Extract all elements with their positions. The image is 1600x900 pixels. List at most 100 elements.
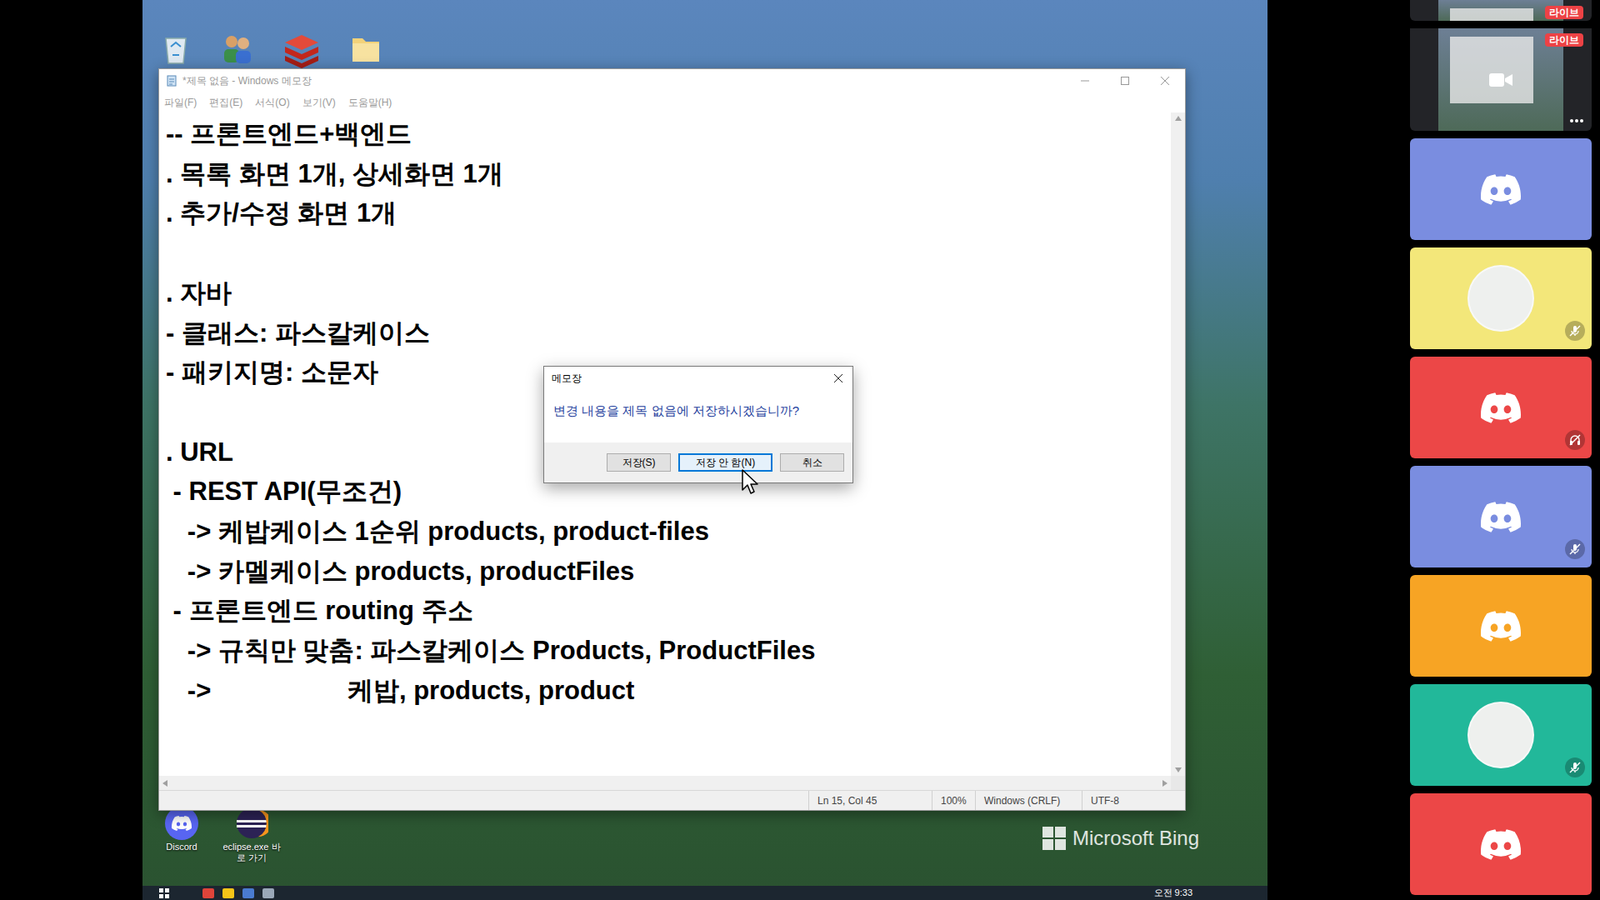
bing-watermark: Microsoft Bing: [1042, 823, 1200, 854]
live-badge: 라이브: [1545, 5, 1584, 20]
status-bar: Ln 15, Col 45100%Windows (CRLF)UTF-8: [159, 790, 1185, 810]
minimize-icon: [1080, 76, 1090, 85]
recycle-bin-icon: [157, 30, 195, 67]
menu-item[interactable]: 편집(E): [209, 95, 243, 110]
title-bar: *제목 없음 - Windows 메모장: [159, 69, 1185, 93]
close-icon: [1160, 76, 1170, 85]
shortcut-label: Discord: [165, 841, 197, 853]
avatar: [1467, 265, 1535, 332]
taskbar-clock[interactable]: 오전 9:33: [1154, 887, 1193, 899]
minimize-button[interactable]: [1065, 69, 1105, 93]
text-line: [165, 233, 1171, 274]
taskbar: 오전 9:33: [142, 885, 1268, 900]
text-line: -> 케밥, products, product: [165, 670, 1171, 711]
status-position: Ln 15, Col 45: [808, 790, 932, 810]
participant-tile[interactable]: [1410, 793, 1592, 895]
deafen-indicator: [1565, 430, 1585, 450]
stream-tile[interactable]: 라이브: [1410, 28, 1592, 131]
dialog-buttons: 저장(S) 저장 안 함(N) 취소: [544, 442, 853, 483]
dialog-button[interactable]: 저장 안 함(N): [678, 453, 773, 472]
text-line: -> 케밥케이스 1순위 products, product-files: [165, 511, 1171, 552]
dialog-close-button[interactable]: [832, 372, 845, 385]
scroll-up-icon: [1175, 115, 1182, 121]
status-zoom: 100%: [931, 790, 975, 810]
scroll-down-icon: [1175, 767, 1182, 773]
eclipse-icon: [235, 806, 269, 840]
desktop-shortcut[interactable]: eclipse.exe 바로 가기: [219, 806, 285, 864]
discord-logo-icon: [1480, 392, 1521, 424]
scroll-track: [159, 775, 1171, 790]
desktop-shortcut[interactable]: Discord: [149, 806, 215, 864]
horizontal-scrollbar[interactable]: [159, 775, 1185, 790]
mic-indicator: [1565, 320, 1585, 341]
shared-desktop: Discord eclipse.exe 바로 가기 Microsoft Bing 오전…: [142, 0, 1268, 900]
taskbar-app-icon: [202, 888, 215, 899]
dialog-title: 메모장: [551, 370, 582, 386]
participant-tile[interactable]: [1410, 575, 1592, 677]
folder-icon: [347, 30, 385, 67]
participant-tile[interactable]: [1410, 138, 1592, 240]
dialog-button[interactable]: 저장(S): [606, 453, 671, 472]
dialog-button[interactable]: 취소: [780, 453, 845, 472]
participant-tile[interactable]: [1410, 247, 1592, 350]
participant-sidebar: 라이브라이브: [1410, 0, 1592, 900]
watermark-text: Microsoft Bing: [1072, 823, 1200, 854]
menu-item[interactable]: 보기(V): [302, 95, 336, 110]
deafened-headset-icon: [1569, 434, 1581, 446]
maximize-button[interactable]: [1105, 69, 1145, 93]
shortcut-label: eclipse.exe 바로 가기: [219, 841, 285, 864]
window-controls: [1065, 69, 1185, 93]
redis-icon: [280, 30, 323, 72]
text-line: - 클래스: 파스칼케이스: [165, 313, 1171, 354]
menu-bar: 파일(F) 편집(E) 서식(O) 보기(V) 도움말(H): [159, 92, 1185, 113]
menu-item[interactable]: 파일(F): [164, 95, 197, 110]
participant-tile[interactable]: [1410, 684, 1592, 786]
users-icon: [219, 30, 256, 67]
muted-mic-icon: [1569, 543, 1581, 555]
start-icon: [159, 888, 170, 899]
discord-logo-icon: [1480, 610, 1521, 642]
discord-icon: [165, 806, 199, 840]
screen: Discord eclipse.exe 바로 가기 Microsoft Bing 오전…: [0, 0, 1600, 900]
discord-logo-icon: [1480, 829, 1521, 860]
discord-logo-icon: [1480, 501, 1521, 533]
taskbar-app-icon: [222, 888, 235, 899]
taskbar-app-icon: [242, 888, 255, 899]
notepad-icon: [165, 75, 178, 87]
maximize-icon: [1120, 76, 1130, 85]
preview-window: [1450, 8, 1534, 21]
preview-window: [1450, 36, 1534, 104]
mouse-cursor-icon: [741, 469, 760, 496]
muted-mic-icon: [1569, 761, 1581, 774]
scroll-right-icon: [1162, 780, 1168, 787]
close-icon: [834, 374, 843, 383]
taskbar-app-icon: [262, 888, 275, 899]
stream-tile[interactable]: 라이브: [1410, 0, 1592, 21]
more-options-icon: [1570, 119, 1584, 123]
muted-mic-icon: [1569, 325, 1581, 337]
status-line-ending: Windows (CRLF): [975, 790, 1082, 810]
mic-indicator: [1565, 757, 1585, 778]
vertical-scrollbar[interactable]: [1170, 112, 1185, 776]
window-title: *제목 없음 - Windows 메모장: [182, 73, 312, 89]
menu-item[interactable]: 서식(O): [255, 95, 290, 110]
camera-icon: [1489, 71, 1513, 89]
avatar: [1467, 701, 1535, 769]
status-encoding: UTF-8: [1081, 790, 1185, 810]
participant-tile[interactable]: [1410, 356, 1592, 459]
taskbar-apps: [202, 888, 275, 899]
menu-item[interactable]: 도움말(H): [348, 95, 393, 110]
dialog-message: 변경 내용을 제목 없음에 저장하시겠습니까?: [544, 389, 853, 443]
scroll-left-icon: [162, 780, 168, 787]
text-line: -> 규칙만 맞춤: 파스칼케이스 Products, ProductFiles: [165, 630, 1171, 671]
desktop-icons: [157, 30, 385, 72]
participant-tile[interactable]: [1410, 465, 1592, 568]
text-line: - 프론트엔드 routing 주소: [165, 590, 1171, 631]
text-line: . 자바: [165, 273, 1171, 314]
windows-logo-icon: [1042, 826, 1066, 850]
close-button[interactable]: [1145, 69, 1185, 93]
text-line: . 추가/수정 화면 1개: [165, 193, 1171, 234]
live-badge: 라이브: [1545, 33, 1584, 47]
desktop-shortcuts: Discord eclipse.exe 바로 가기: [149, 806, 285, 864]
dialog-title-bar: 메모장: [544, 366, 853, 390]
